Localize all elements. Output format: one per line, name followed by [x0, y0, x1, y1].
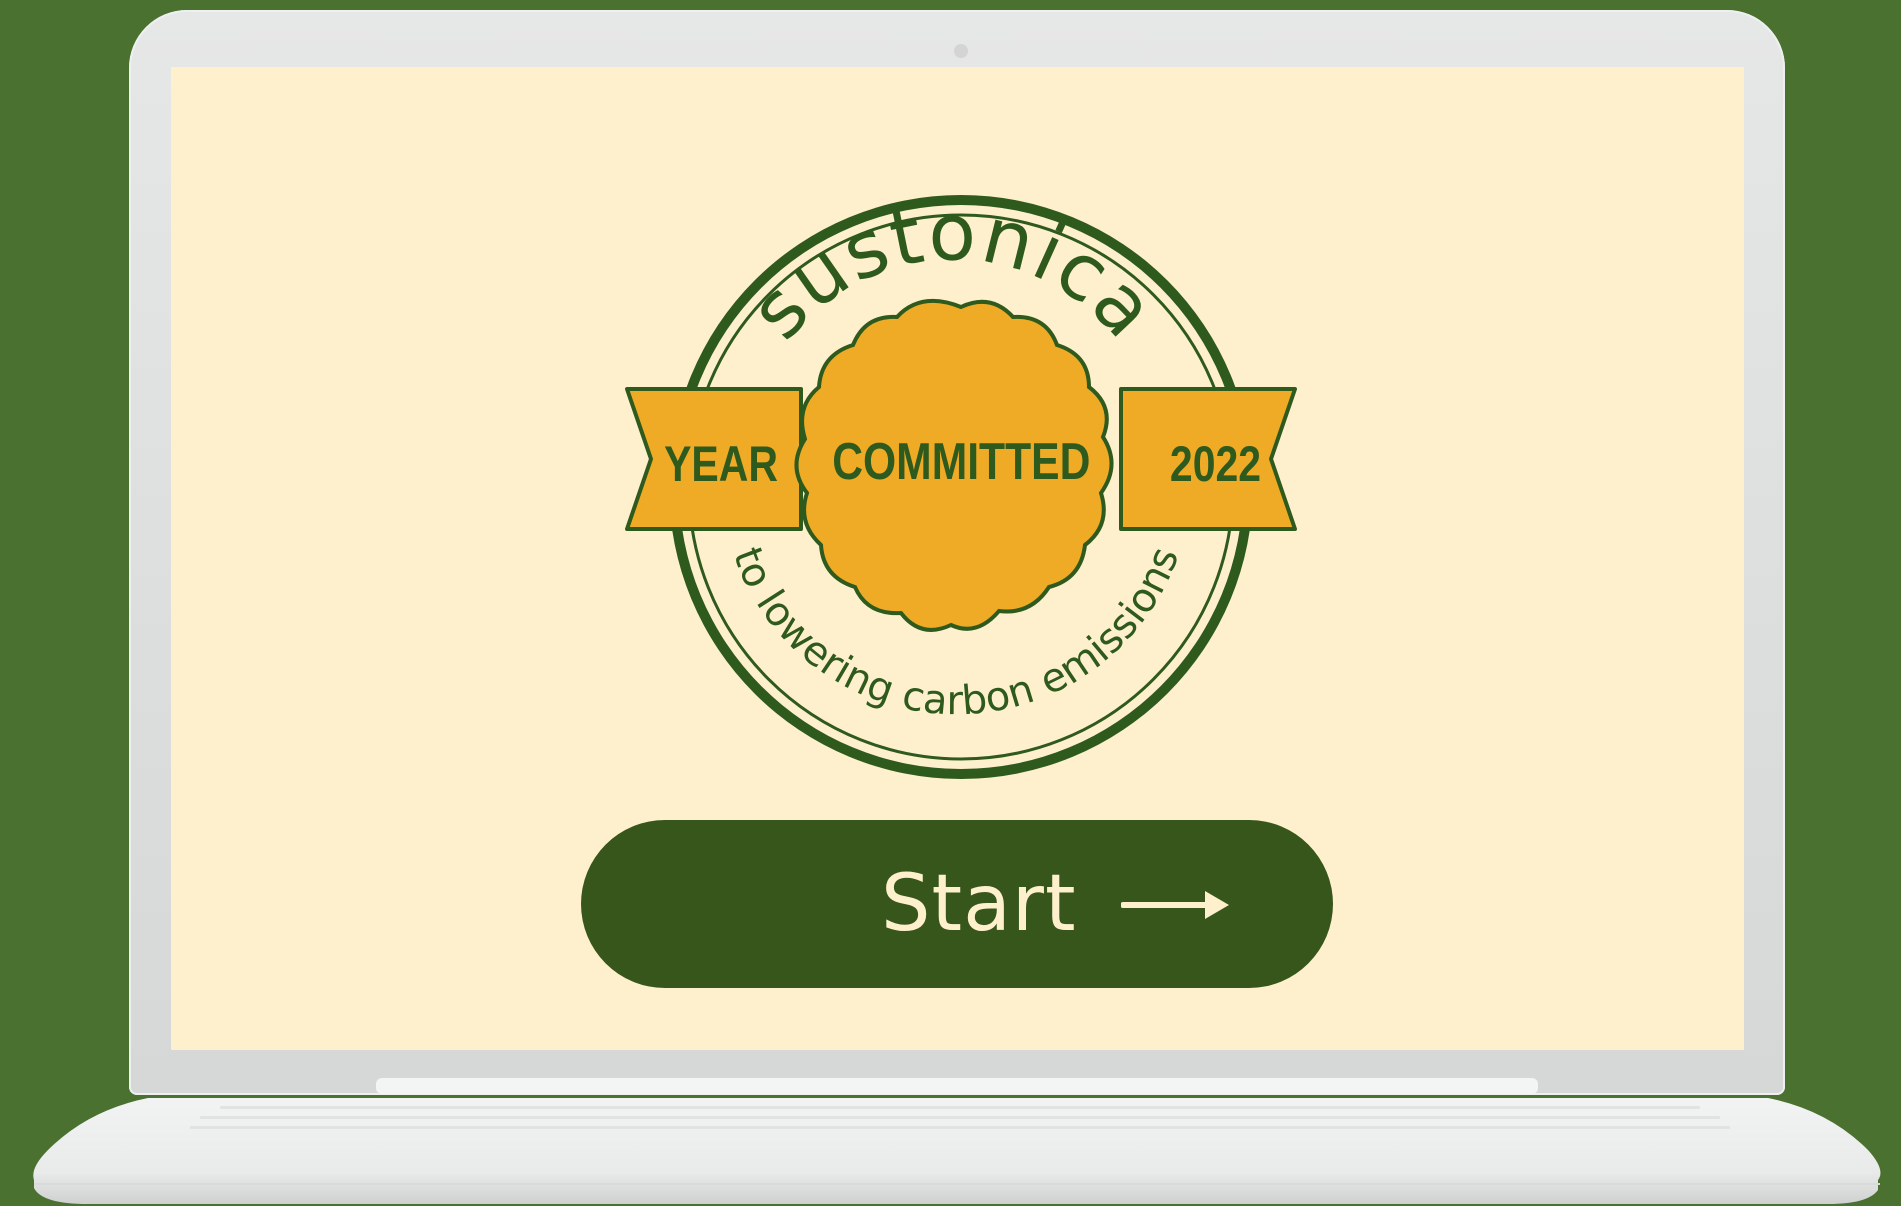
sustonica-badge-logo: sustonica YEAR COMMITTED 2022 to lowerin…: [621, 167, 1301, 787]
arrow-right-icon: [1121, 891, 1229, 919]
laptop-base: [33, 1098, 1881, 1204]
start-button-label: Start: [881, 859, 1077, 949]
badge-ribbon-right-text: 2022: [1170, 436, 1261, 492]
camera-icon: [954, 44, 968, 58]
badge-ribbon-left-text: YEAR: [664, 436, 778, 492]
start-button[interactable]: Start: [581, 820, 1333, 988]
keyboard: [190, 1106, 1730, 1129]
badge-ribbon-center-text: COMMITTED: [832, 433, 1090, 491]
laptop-screen: sustonica YEAR COMMITTED 2022 to lowerin…: [171, 67, 1744, 1050]
